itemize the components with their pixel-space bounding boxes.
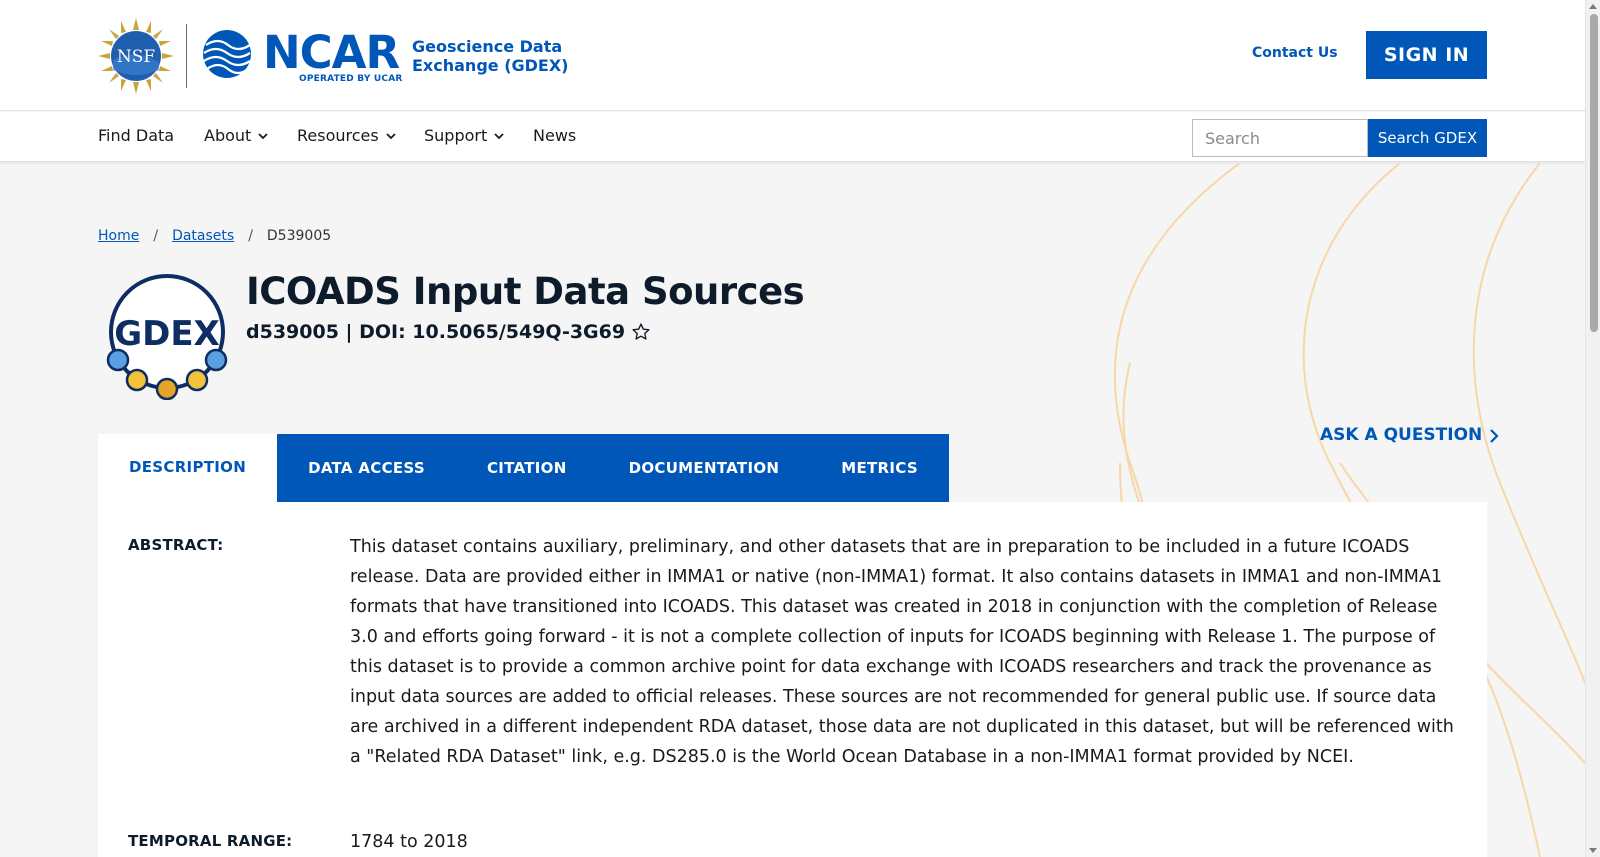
gdex-logo: GDEX (106, 274, 228, 400)
dataset-subtitle: d539005 | DOI: 10.5065/549Q-3G69 (246, 321, 651, 344)
tab-citation[interactable]: CITATION (455, 434, 598, 502)
site-name[interactable]: Geoscience Data Exchange (GDEX) (412, 37, 572, 75)
nav-about[interactable]: About (204, 128, 269, 144)
dataset-id-doi: d539005 | DOI: 10.5065/549Q-3G69 (246, 321, 626, 343)
breadcrumb-home[interactable]: Home (98, 229, 139, 243)
scroll-down-arrow-icon[interactable] (1589, 848, 1597, 853)
breadcrumb-datasets[interactable]: Datasets (172, 229, 234, 243)
search-gdex-button[interactable]: Search GDEX (1368, 119, 1487, 157)
page-scrollbar[interactable] (1585, 0, 1600, 857)
temporal-range-value: 1784 to 2018 (350, 832, 468, 852)
scrollbar-thumb[interactable] (1590, 14, 1598, 332)
chevron-down-icon (494, 133, 504, 140)
nav-news[interactable]: News (533, 128, 576, 144)
tab-documentation[interactable]: DOCUMENTATION (597, 434, 811, 502)
tab-metrics[interactable]: METRICS (810, 434, 949, 502)
ncar-wordmark[interactable]: NCAR (263, 30, 400, 75)
ask-a-question-link[interactable]: ASK A QUESTION (1320, 427, 1500, 444)
contact-us-link[interactable]: Contact Us (1252, 46, 1338, 60)
nav-support-label: Support (424, 126, 488, 145)
temporal-range-label: TEMPORAL RANGE: (128, 832, 293, 850)
main-nav: Find Data About Resources Support News S… (0, 112, 1585, 162)
breadcrumb-separator: / (153, 228, 159, 244)
nav-support[interactable]: Support (424, 128, 505, 144)
svg-text:GDEX: GDEX (114, 314, 220, 354)
site-name-line2: Exchange (GDEX) (412, 56, 569, 75)
ncar-tagline: OPERATED BY UCAR (299, 74, 403, 84)
breadcrumb-current: D539005 (266, 228, 332, 244)
tab-data-access[interactable]: DATA ACCESS (277, 434, 456, 502)
abstract-label: ABSTRACT: (128, 536, 224, 554)
breadcrumb-separator: / (248, 228, 253, 244)
site-name-line1: Geoscience Data (412, 37, 563, 56)
search-input[interactable] (1192, 119, 1368, 157)
nsf-logo[interactable]: NSF (98, 18, 174, 94)
logo-divider (186, 24, 187, 88)
description-panel: ABSTRACT: This dataset contains auxiliar… (98, 502, 1487, 857)
sign-in-button[interactable]: SIGN IN (1366, 31, 1487, 79)
nav-find-data[interactable]: Find Data (98, 128, 174, 144)
abstract-text: This dataset contains auxiliary, prelimi… (350, 537, 1454, 767)
ask-a-question-label: ASK A QUESTION (1320, 425, 1483, 445)
tab-description[interactable]: DESCRIPTION (98, 434, 278, 502)
chevron-down-icon (386, 133, 396, 140)
dataset-title: ICOADS Input Data Sources (246, 270, 805, 313)
svg-text:NSF: NSF (117, 47, 156, 67)
chevron-right-icon (1490, 428, 1499, 443)
favorite-star-icon[interactable] (631, 322, 651, 342)
chevron-down-icon (258, 133, 268, 140)
ncar-globe-icon[interactable] (202, 29, 252, 79)
nav-news-label: News (533, 126, 577, 145)
scroll-up-arrow-icon[interactable] (1589, 4, 1597, 9)
nav-resources-label: Resources (297, 126, 379, 145)
breadcrumb: Home / Datasets / D539005 (98, 229, 331, 243)
dataset-tabs: DESCRIPTION DATA ACCESS CITATION DOCUMEN… (98, 434, 949, 502)
site-header: NSF NCAR OPERATED BY UCAR Geoscience Dat… (0, 0, 1585, 111)
nav-about-label: About (204, 126, 252, 145)
nav-resources[interactable]: Resources (297, 128, 397, 144)
nav-find-data-label: Find Data (98, 126, 175, 145)
